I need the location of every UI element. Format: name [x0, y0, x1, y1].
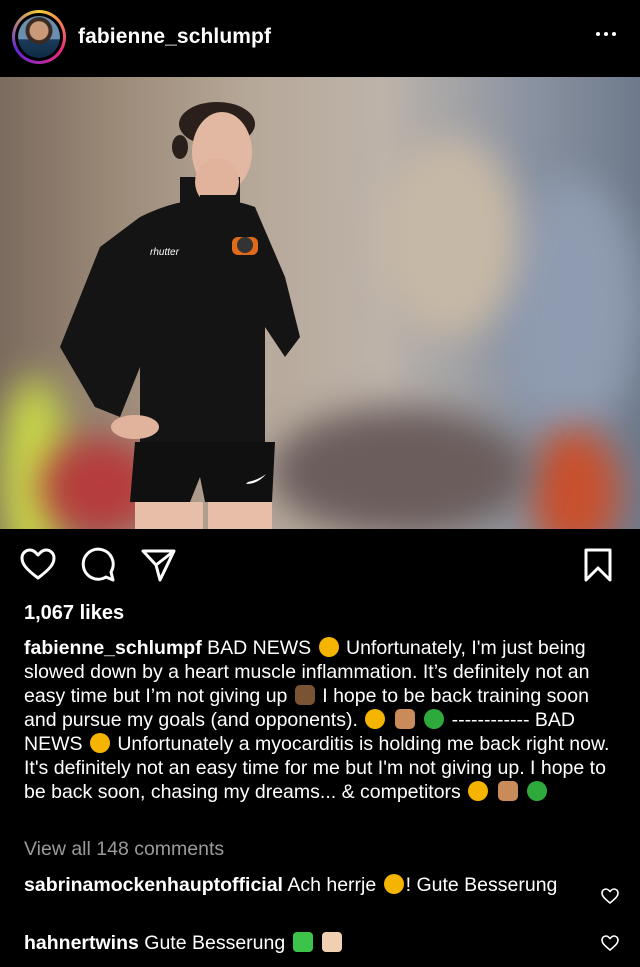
heart-icon[interactable]: [18, 545, 58, 585]
comment-username[interactable]: sabrinamockenhauptofficial: [24, 874, 283, 896]
green-heart-emoji-icon: [292, 932, 313, 952]
comment-heart-icon[interactable]: [600, 933, 620, 953]
likes-count[interactable]: 1,067 likes: [24, 602, 124, 625]
post-actions: [0, 545, 640, 589]
confounded-face-emoji-icon: [318, 637, 339, 657]
fist-emoji-icon: [294, 685, 315, 705]
surprised-face-emoji-icon: [383, 874, 404, 894]
comment-text: Gute Besserung: [144, 932, 286, 954]
profile-photo: [18, 16, 60, 58]
crossed-fingers-emoji-icon: [497, 781, 518, 801]
post-header: fabienne_schlumpf: [0, 0, 640, 76]
winking-face-emoji-icon: [468, 781, 489, 801]
caption-text-1: BAD NEWS: [207, 637, 312, 659]
send-icon[interactable]: [138, 545, 178, 585]
comment-item: sabrinamockenhauptofficial Ach herrje ! …: [24, 873, 584, 897]
comment-text-cont: ! Gute Besserung: [405, 874, 558, 896]
svg-text:rhutter: rhutter: [150, 247, 180, 258]
folded-hands-emoji-icon: [322, 932, 343, 952]
caption-text-5: Unfortunately a myocarditis is holding m…: [24, 733, 610, 803]
comment-heart-icon[interactable]: [600, 886, 620, 906]
comment-username[interactable]: hahnertwins: [24, 932, 139, 954]
post-caption: fabienne_schlumpf BAD NEWS Unfortunately…: [24, 636, 620, 804]
comment-icon[interactable]: [78, 545, 118, 585]
post-image[interactable]: rhutter: [0, 77, 640, 529]
four-leaf-clover-emoji-icon: [424, 709, 445, 729]
four-leaf-clover-emoji-icon: [527, 781, 548, 801]
comment-item: hahnertwins Gute Besserung: [24, 931, 584, 955]
caption-author[interactable]: fabienne_schlumpf: [24, 637, 202, 659]
athlete-figure: rhutter: [60, 102, 300, 529]
comment-text: Ach herrje: [287, 874, 377, 896]
crossed-fingers-emoji-icon: [394, 709, 415, 729]
avatar[interactable]: [12, 10, 66, 64]
post-username[interactable]: fabienne_schlumpf: [78, 25, 271, 49]
confounded-face-emoji-icon: [89, 733, 110, 753]
more-options-icon[interactable]: [590, 18, 622, 50]
winking-face-emoji-icon: [365, 709, 386, 729]
bookmark-icon[interactable]: [578, 545, 618, 585]
view-all-comments-link[interactable]: View all 148 comments: [24, 838, 224, 861]
